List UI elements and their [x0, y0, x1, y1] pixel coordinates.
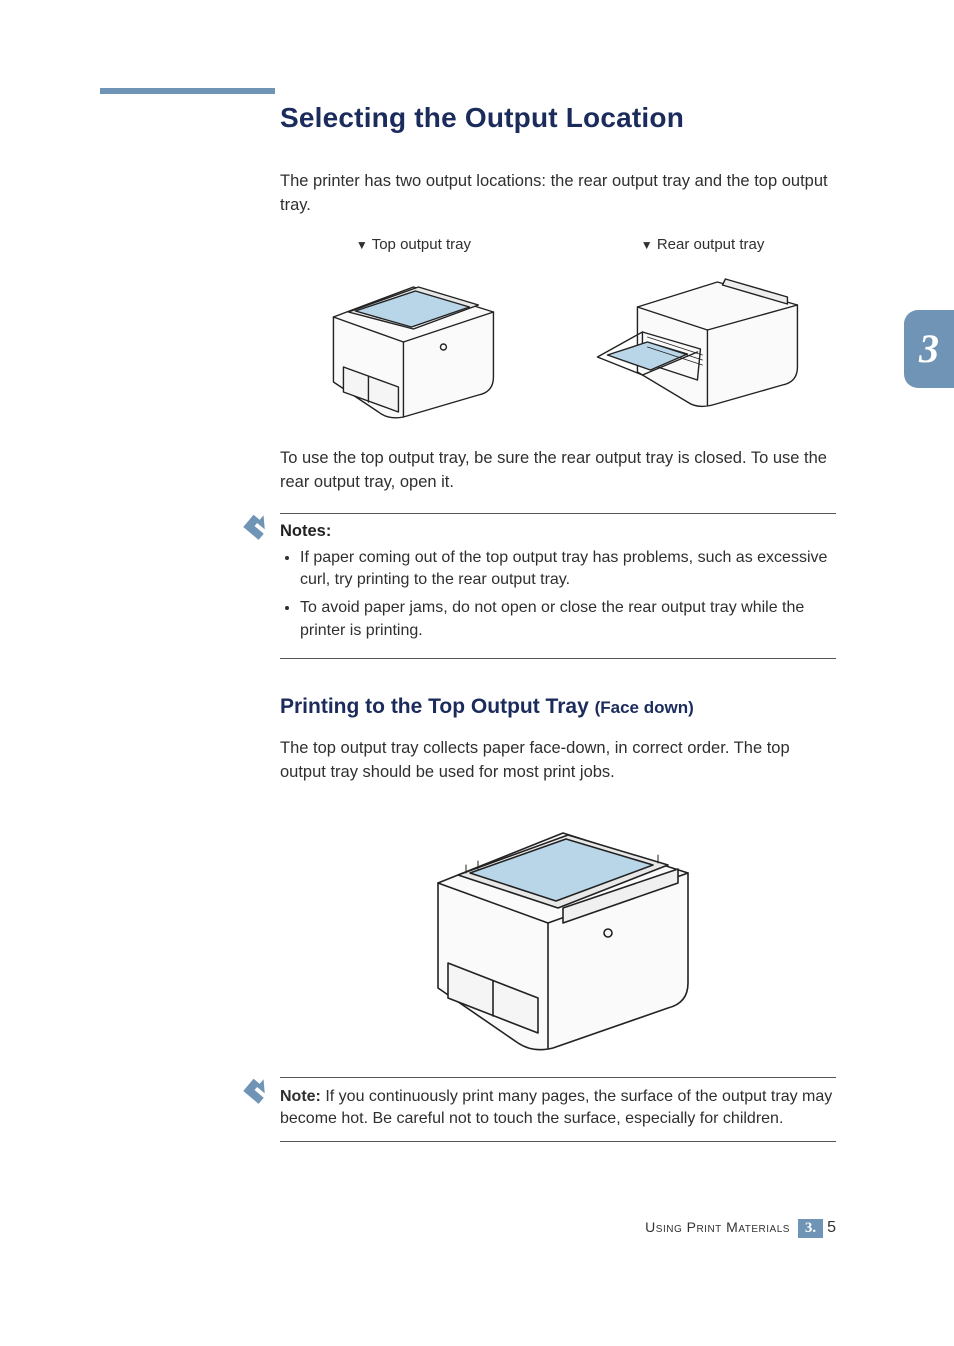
down-triangle-icon: ▼	[641, 238, 653, 252]
figure-row: ▼ Top output tray	[280, 236, 836, 427]
footer-chapter-name: Using Print Materials	[645, 1219, 790, 1235]
down-triangle-icon: ▼	[356, 238, 368, 252]
note-arrow-icon	[240, 510, 276, 546]
section-heading-sub: (Face down)	[595, 698, 694, 717]
notes-box: Notes: If paper coming out of the top ou…	[280, 513, 836, 660]
notes-list: If paper coming out of the top output tr…	[280, 547, 836, 643]
page-content: Selecting the Output Location The printe…	[280, 94, 836, 1142]
figure-label-top: ▼ Top output tray	[280, 236, 547, 253]
note-item: If paper coming out of the top output tr…	[300, 547, 836, 592]
printer-rear-tray-illustration	[569, 257, 836, 427]
note-arrow-icon	[240, 1074, 276, 1110]
intro-paragraph: The printer has two output locations: th…	[280, 170, 836, 218]
footer-page-number: 5	[827, 1219, 836, 1236]
single-note-box: Note: If you continuously print many pag…	[280, 1077, 836, 1142]
figure-label-rear-text: Rear output tray	[657, 236, 765, 253]
note-body: If you continuously print many pages, th…	[280, 1088, 832, 1127]
footer-chapter-prefix: 3.	[798, 1219, 823, 1238]
chapter-tab: 3	[904, 310, 954, 388]
notes-title: Notes:	[280, 522, 836, 541]
printer-large-illustration	[280, 803, 836, 1063]
body-paragraph: To use the top output tray, be sure the …	[280, 447, 836, 495]
header-accent-rule	[100, 88, 275, 94]
page-footer: Using Print Materials 3.5	[280, 1219, 836, 1238]
figure-label-rear: ▼ Rear output tray	[569, 236, 836, 253]
single-note-text: Note: If you continuously print many pag…	[280, 1086, 836, 1131]
section-heading: Printing to the Top Output Tray (Face do…	[280, 695, 836, 719]
figure-rear-tray: ▼ Rear output tray	[569, 236, 836, 427]
page-title: Selecting the Output Location	[280, 102, 836, 134]
section-heading-main: Printing to the Top Output Tray	[280, 695, 595, 718]
section-intro: The top output tray collects paper face-…	[280, 737, 836, 785]
note-item: To avoid paper jams, do not open or clos…	[300, 597, 836, 642]
printer-top-tray-illustration	[280, 257, 547, 427]
figure-top-tray: ▼ Top output tray	[280, 236, 547, 427]
note-label: Note:	[280, 1088, 325, 1105]
figure-label-top-text: Top output tray	[372, 236, 471, 253]
